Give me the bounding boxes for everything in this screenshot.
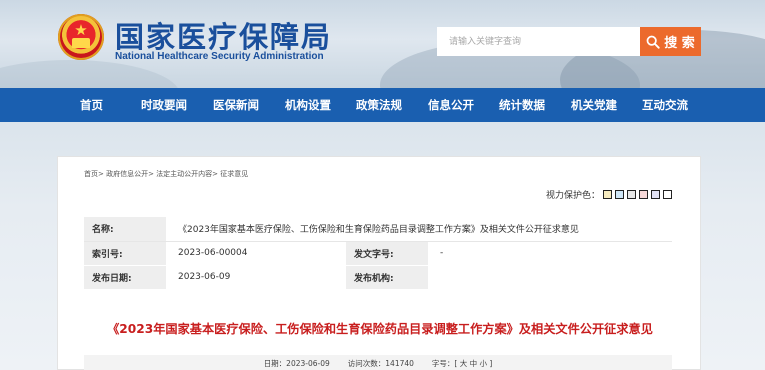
meta-name-value: 《2023年国家基本医疗保险、工伤保险和生育保险药品目录调整工作方案》及相关文件… — [166, 217, 672, 242]
nav-interaction[interactable]: 互动交流 — [642, 88, 688, 122]
site-logo-title[interactable]: 国家医疗保障局 — [115, 14, 332, 56]
color-swatch-lavender[interactable] — [651, 190, 661, 199]
color-swatch-pink[interactable] — [639, 190, 649, 199]
search-input[interactable] — [437, 27, 640, 56]
vision-protect-selector: 视力保护色： — [546, 188, 673, 201]
vision-protect-label: 视力保护色： — [546, 191, 601, 201]
color-swatch-gray[interactable] — [627, 190, 637, 199]
publish-date: 日期：2023-06-09 — [263, 358, 330, 368]
breadcrumb[interactable]: 首页> 政府信息公开> 法定主动公开内容> 征求意见 — [84, 169, 248, 179]
document-title: 《2023年国家基本医疗保险、工伤保险和生育保险药品目录调整工作方案》及相关文件… — [107, 322, 653, 336]
header-banner: ★ 国家医疗保障局 National Healthcare Security A… — [0, 0, 765, 88]
nav-medical-news[interactable]: 医保新闻 — [213, 88, 259, 122]
meta-org-value — [428, 265, 672, 290]
meta-docno-label: 发文字号: — [346, 241, 428, 266]
nav-disclosure[interactable]: 信息公开 — [428, 88, 474, 122]
nav-policy[interactable]: 政策法规 — [356, 88, 402, 122]
font-size-selector[interactable]: 字号：[ 大 中 小 ] — [432, 358, 492, 369]
meta-date-value: 2023-06-09 — [166, 265, 346, 290]
site-logo-subtitle: National Healthcare Security Administrat… — [115, 51, 324, 62]
color-swatch-blue[interactable] — [615, 190, 625, 199]
color-swatch-white[interactable] — [663, 190, 673, 199]
search-button[interactable]: 搜 索 — [640, 27, 701, 56]
meta-index-label: 索引号: — [84, 241, 166, 266]
document-meta-table: 名称: 《2023年国家基本医疗保险、工伤保险和生育保险药品目录调整工作方案》及… — [84, 217, 672, 290]
nav-home[interactable]: 首页 — [80, 88, 103, 122]
view-count-value: 141740 — [385, 358, 414, 368]
meta-docno-value: - — [428, 241, 672, 266]
meta-index-value: 2023-06-00004 — [166, 241, 346, 266]
nav-news[interactable]: 时政要闻 — [141, 88, 187, 122]
meta-org-label: 发布机构: — [346, 265, 428, 290]
nav-statistics[interactable]: 统计数据 — [499, 88, 545, 122]
content-card: 首页> 政府信息公开> 法定主动公开内容> 征求意见 视力保护色： 名称: 《2… — [57, 156, 701, 370]
view-count: 访问次数：141740 — [348, 358, 414, 369]
view-count-label: 访问次数： — [347, 358, 386, 368]
document-info-bar: 日期：2023-06-09 访问次数：141740 字号：[ 大 中 小 ] — [84, 355, 672, 370]
national-emblem-icon: ★ — [58, 14, 104, 60]
search-button-label: 搜 索 — [664, 36, 695, 51]
meta-date-label: 发布日期: — [84, 265, 166, 290]
nav-organization[interactable]: 机构设置 — [285, 88, 331, 122]
mountain-decoration — [0, 60, 180, 88]
nav-party[interactable]: 机关党建 — [571, 88, 617, 122]
main-nav: 首页 时政要闻 医保新闻 机构设置 政策法规 信息公开 统计数据 机关党建 互动… — [0, 88, 765, 122]
meta-name-label: 名称: — [84, 217, 166, 242]
color-swatch-yellow[interactable] — [603, 190, 613, 199]
search-icon — [646, 35, 660, 49]
